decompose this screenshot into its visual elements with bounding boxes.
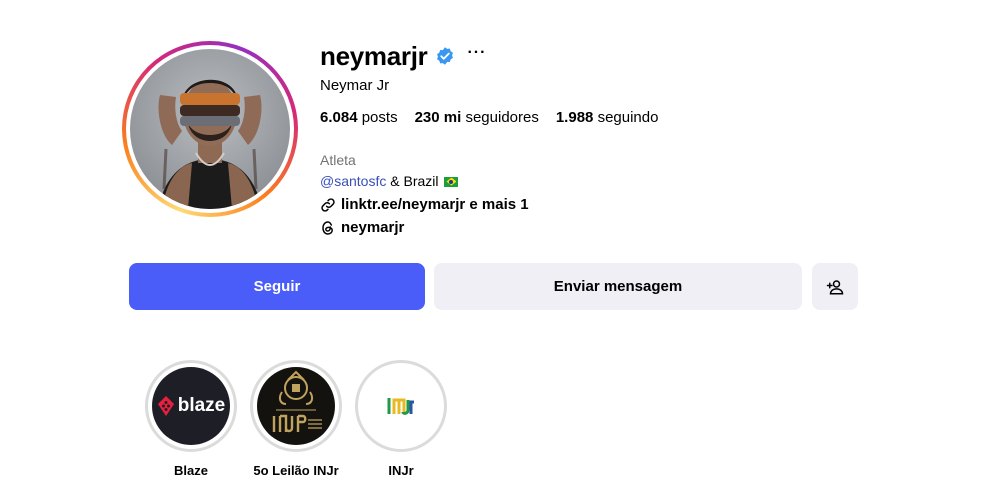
username: neymarjr	[320, 40, 428, 71]
verified-badge-icon	[435, 46, 455, 66]
story-highlights: blaze Blaze 5o Leilão INJr INJr	[145, 360, 460, 478]
highlight-item[interactable]: 5o Leilão INJr	[250, 360, 342, 478]
posts-label: posts	[361, 109, 398, 126]
highlight-ring	[250, 360, 342, 452]
highlight-label: INJr	[388, 463, 414, 478]
profile-stats: 6.084 posts 230 mi seguidores 1.988 segu…	[320, 109, 675, 126]
send-message-button[interactable]: Enviar mensagem	[434, 263, 802, 310]
full-name: Neymar Jr	[320, 77, 390, 94]
profile-header: neymarjr ···	[320, 38, 486, 74]
threads-icon	[322, 220, 333, 235]
threads-link[interactable]: neymarjr	[320, 216, 529, 239]
mention-link[interactable]: @santosfc	[320, 170, 386, 193]
more-options-icon[interactable]: ···	[467, 45, 486, 61]
highlight-cover: blaze	[152, 367, 230, 445]
avatar-border	[126, 45, 294, 213]
category-label: Atleta	[320, 152, 356, 168]
follow-button[interactable]: Seguir	[129, 263, 425, 310]
blaze-logo: blaze	[157, 395, 226, 417]
bio-line: @santosfc & Brazil	[320, 170, 529, 193]
leilao-crest-icon	[272, 370, 322, 433]
profile-avatar-ring[interactable]	[122, 41, 298, 217]
followers-label: seguidores	[465, 109, 539, 126]
username-row: neymarjr ···	[320, 38, 486, 74]
link-text: linktr.ee/neymarjr e mais 1	[341, 196, 529, 213]
highlight-ring: blaze	[145, 360, 237, 452]
link-icon	[321, 197, 335, 212]
posts-count: 6.084	[320, 109, 358, 126]
profile-bio: Atleta @santosfc & Brazil linktr.ee/neym…	[320, 150, 529, 239]
threads-handle: neymarjr	[341, 219, 405, 236]
posts-stat: 6.084 posts	[320, 109, 398, 126]
brazil-flag-icon	[444, 176, 459, 187]
blaze-logo-text: blaze	[177, 395, 226, 416]
avatar-photo-illustration	[158, 79, 262, 209]
suggested-accounts-button[interactable]	[812, 263, 858, 310]
highlight-item[interactable]: blaze Blaze	[145, 360, 237, 478]
highlight-label: 5o Leilão INJr	[253, 463, 339, 478]
add-person-icon	[826, 279, 844, 294]
bio-text: & Brazil	[390, 173, 439, 189]
following-label: seguindo	[597, 109, 659, 126]
highlight-item[interactable]: INJr	[355, 360, 447, 478]
highlight-cover	[257, 367, 335, 445]
highlight-label: Blaze	[174, 463, 208, 478]
highlight-ring	[355, 360, 447, 452]
highlight-cover	[362, 367, 440, 445]
injr-logo-icon	[387, 398, 414, 415]
following-count: 1.988	[555, 109, 594, 126]
avatar	[130, 49, 290, 209]
followers-stat[interactable]: 230 mi seguidores	[415, 109, 539, 126]
external-link[interactable]: linktr.ee/neymarjr e mais 1	[320, 193, 529, 216]
following-stat[interactable]: 1.988 seguindo	[556, 109, 659, 126]
followers-count: 230 mi	[414, 109, 462, 126]
